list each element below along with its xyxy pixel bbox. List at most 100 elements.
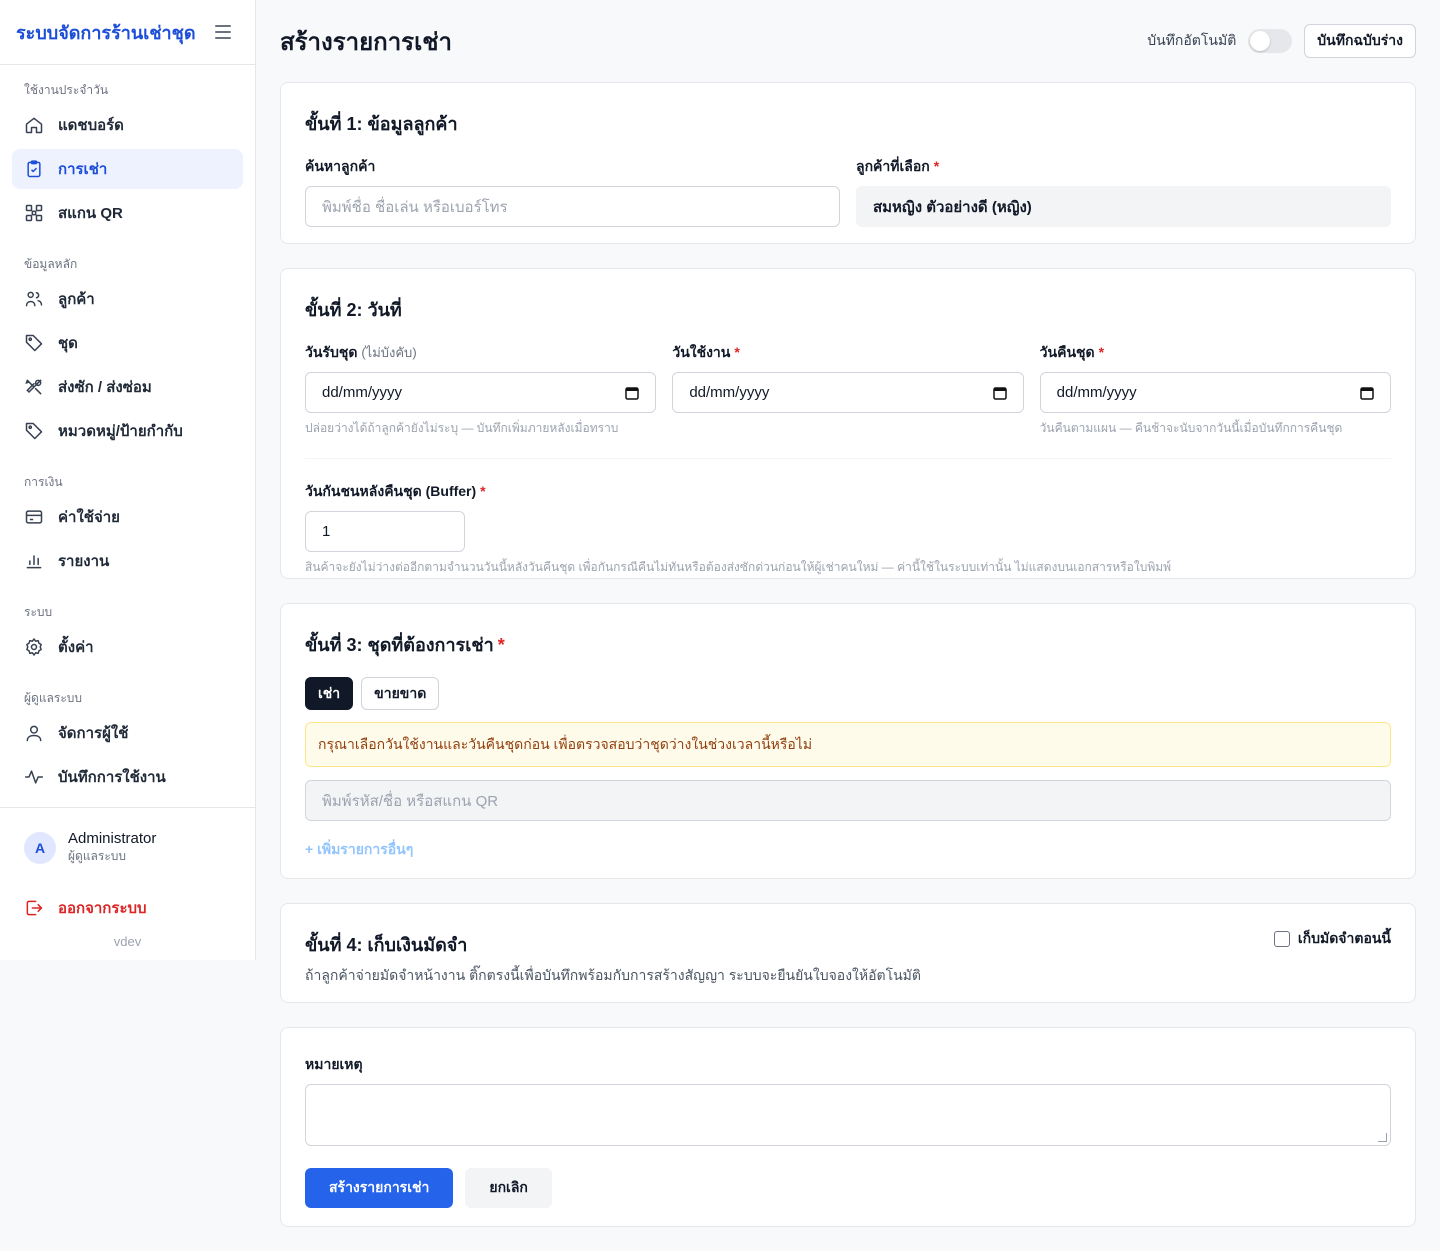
buffer-hint: สินค้าจะยังไม่ว่างต่ออีกตามจำนวนวันนี้หล…	[305, 560, 1172, 574]
tools-icon	[25, 379, 42, 395]
selected-customer-label-text: ลูกค้าที่เลือก	[856, 158, 930, 174]
calendar-icon[interactable]	[625, 386, 640, 400]
step4-card: ขั้นที่ 4: เก็บเงินมัดจำ เก็บมัดจำตอนนี้…	[280, 903, 1416, 1003]
autosave-toggle[interactable]	[1248, 29, 1293, 53]
sidebar-item-user-management[interactable]: จัดการผู้ใช้	[12, 713, 243, 753]
notes-card: หมายเหตุ สร้างรายการเช่า ยกเลิก	[280, 1027, 1416, 1227]
tag-icon	[25, 334, 43, 352]
sidebar-item-rentals[interactable]: การเช่า	[12, 149, 243, 189]
sidebar-item-label: ค่าใช้จ่าย	[58, 509, 120, 526]
customer-search-label: ค้นหาลูกค้า	[305, 158, 376, 174]
buffer-label: วันกันชนหลังคืนชุด (Buffer) *	[305, 483, 486, 499]
sidebar-section-system: ระบบ ตั้งค่า	[0, 601, 255, 667]
user-name: Administrator	[68, 830, 157, 847]
user-icon	[26, 725, 42, 742]
sidebar-item-label: ส่งซัก / ส่งซ่อม	[58, 379, 152, 396]
section-title: การเงิน	[24, 475, 63, 489]
main-content: สร้างรายการเช่า บันทึกอัตโนมัติ บันทึกฉบ…	[280, 0, 1416, 1251]
sidebar-section-admin: ผู้ดูแลระบบ จัดการผู้ใช้ บันทึกการใช้งาน	[0, 687, 255, 797]
sidebar-section-daily: ใช้งานประจำวัน แดชบอร์ด การเช่า สแกน QR	[0, 79, 255, 233]
section-title: ผู้ดูแลระบบ	[24, 691, 83, 705]
buffer-section: วันกันชนหลังคืนชุด (Buffer) * 1 สินค้าจะย…	[305, 458, 1391, 577]
home-icon	[25, 117, 43, 134]
notes-textarea[interactable]	[305, 1084, 1391, 1146]
calendar-icon[interactable]	[1360, 386, 1374, 400]
use-date-label: วันใช้งาน *	[672, 344, 740, 360]
pickup-date-value: dd/mm/yyyy	[322, 384, 403, 401]
sidebar-item-expenses[interactable]: ค่าใช้จ่าย	[12, 497, 243, 537]
selected-customer-label: ลูกค้าที่เลือก *	[856, 158, 940, 174]
sidebar-item-label: สแกน QR	[58, 205, 123, 222]
tab-rent[interactable]: เช่า	[305, 677, 354, 710]
sidebar-item-laundry-repair[interactable]: ส่งซัก / ส่งซ่อม	[12, 367, 243, 407]
logout-icon	[26, 900, 43, 916]
sidebar-footer: A Administrator ผู้ดูแลระบบ ออกจากระบบ v…	[0, 807, 255, 949]
tag-icon	[25, 422, 43, 440]
step3-title-text: ขั้นที่ 3: ชุดที่ต้องการเช่า	[305, 635, 494, 655]
collect-deposit-label: เก็บมัดจำตอนนี้	[1297, 930, 1391, 946]
return-date-value: dd/mm/yyyy	[1056, 384, 1137, 401]
sidebar-item-dashboard[interactable]: แดชบอร์ด	[12, 105, 243, 145]
return-date-label: วันคืนชุด *	[1039, 344, 1105, 360]
step2-card: ขั้นที่ 2: วันที่ วันรับชุด (ไม่บังคับ) …	[280, 268, 1416, 579]
use-date-label-text: วันใช้งาน	[672, 344, 731, 360]
sidebar-item-categories[interactable]: หมวดหมู่/ป้ายกำกับ	[12, 411, 243, 451]
step4-description: ถ้าลูกค้าจ่ายมัดจำหน้างาน ติ๊กตรงนี้เพื่…	[305, 967, 922, 983]
avatar: A	[24, 832, 56, 864]
save-draft-button[interactable]: บันทึกฉบับร่าง	[1304, 24, 1416, 58]
page-title: สร้างรายการเช่า	[280, 28, 453, 56]
brand-title[interactable]: ระบบจัดการร้านเช่าชุด	[16, 18, 196, 47]
header-actions: บันทึกอัตโนมัติ บันทึกฉบับร่าง	[1147, 24, 1416, 58]
step1-card: ขั้นที่ 1: ข้อมูลลูกค้า ค้นหาลูกค้า พิมพ…	[280, 82, 1416, 244]
qr-icon	[25, 204, 43, 222]
section-title: ใช้งานประจำวัน	[24, 83, 109, 97]
buffer-days-input[interactable]: 1	[305, 511, 465, 552]
user-role: ผู้ดูแลระบบ	[68, 849, 127, 863]
calendar-icon[interactable]	[992, 386, 1007, 400]
sidebar-item-label: แดชบอร์ด	[58, 117, 124, 134]
optional-label: (ไม่บังคับ)	[361, 345, 417, 360]
user-profile[interactable]: A Administrator ผู้ดูแลระบบ	[0, 808, 255, 866]
collect-deposit-checkbox[interactable]	[1273, 931, 1290, 947]
create-rental-button[interactable]: สร้างรายการเช่า	[305, 1168, 454, 1208]
logout-label: ออกจากระบบ	[58, 900, 147, 917]
pickup-date-label: วันรับชุด (ไม่บังคับ)	[305, 342, 656, 364]
collect-deposit-checkbox-row[interactable]: เก็บมัดจำตอนนี้	[1273, 928, 1391, 950]
rental-type-tabs: เช่า ขายขาด	[305, 677, 1391, 710]
item-search-input[interactable]: พิมพ์รหัส/ชื่อ หรือสแกน QR	[305, 780, 1391, 821]
sidebar-item-label: บันทึกการใช้งาน	[58, 769, 166, 786]
users-icon	[25, 291, 43, 307]
return-date-input[interactable]: dd/mm/yyyy	[1039, 372, 1391, 413]
customer-search-input[interactable]: พิมพ์ชื่อ ชื่อเล่น หรือเบอร์โทร	[305, 186, 840, 227]
section-title: ระบบ	[24, 605, 53, 619]
autosave-label: บันทึกอัตโนมัติ	[1147, 32, 1237, 48]
sidebar-item-settings[interactable]: ตั้งค่า	[12, 627, 243, 667]
selected-customer-field: สมหญิง ตัวอย่างดี (หญิง)	[856, 186, 1391, 227]
sidebar-item-label: รายงาน	[58, 553, 110, 570]
section-title: ข้อมูลหลัก	[24, 257, 78, 271]
sidebar-item-label: ลูกค้า	[58, 291, 95, 308]
tab-sell[interactable]: ขายขาด	[361, 677, 440, 710]
sidebar-item-scan-qr[interactable]: สแกน QR	[12, 193, 243, 233]
hamburger-icon[interactable]	[215, 25, 231, 39]
sidebar-item-outfits[interactable]: ชุด	[12, 323, 243, 363]
sidebar-item-customers[interactable]: ลูกค้า	[12, 279, 243, 319]
sidebar-section-master: ข้อมูลหลัก ลูกค้า ชุด ส่งซัก / ส่งซ่อม ห…	[0, 253, 255, 451]
gear-icon	[26, 637, 42, 657]
return-date-label-text: วันคืนชุด	[1039, 344, 1095, 360]
step3-title: ขั้นที่ 3: ชุดที่ต้องการเช่า *	[305, 635, 505, 655]
pickup-date-input[interactable]: dd/mm/yyyy	[305, 372, 657, 413]
pickup-date-label-text: วันรับชุด	[305, 344, 358, 360]
cancel-button[interactable]: ยกเลิก	[465, 1168, 552, 1208]
add-item-link[interactable]: + เพิ่มรายการอื่นๆ	[305, 839, 413, 861]
sidebar-item-activity-log[interactable]: บันทึกการใช้งาน	[12, 757, 243, 797]
page-header: สร้างรายการเช่า บันทึกอัตโนมัติ บันทึกฉบ…	[280, 0, 1416, 82]
form-actions: สร้างรายการเช่า ยกเลิก	[305, 1168, 1391, 1208]
sidebar-item-reports[interactable]: รายงาน	[12, 541, 243, 581]
sidebar-section-finance: การเงิน ค่าใช้จ่าย รายงาน	[0, 471, 255, 581]
logout-button[interactable]: ออกจากระบบ	[0, 890, 255, 926]
use-date-input[interactable]: dd/mm/yyyy	[672, 372, 1024, 413]
activity-icon	[24, 770, 44, 784]
step1-title: ขั้นที่ 1: ข้อมูลลูกค้า	[305, 114, 458, 134]
sidebar-header: ระบบจัดการร้านเช่าชุด	[0, 0, 255, 65]
